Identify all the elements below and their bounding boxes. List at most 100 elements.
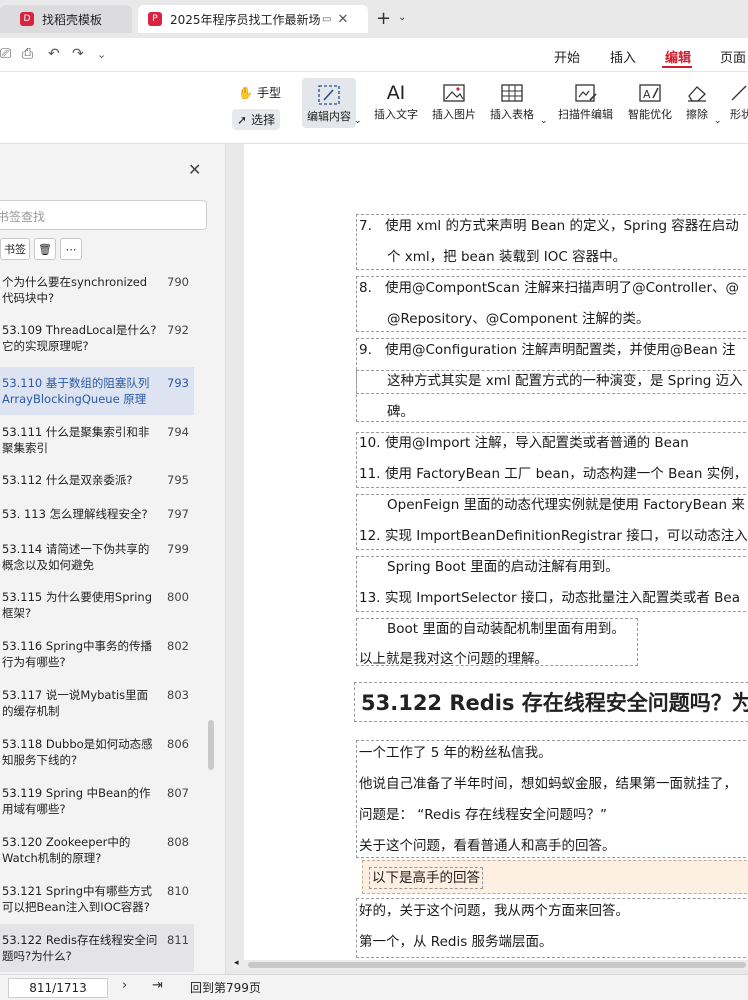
bookmark-item[interactable]: 53.119 Spring 中Bean的作用域有哪些? 807 xyxy=(0,777,194,825)
screen-icon[interactable]: ▭ xyxy=(322,14,331,25)
undo-icon[interactable]: ↶ xyxy=(48,46,60,62)
close-icon[interactable]: ✕ xyxy=(337,12,348,27)
insert-table-button[interactable]: 插入表格 xyxy=(490,80,534,122)
text-box-outline[interactable] xyxy=(356,214,748,270)
more-options-button[interactable]: ⋯ xyxy=(60,238,82,260)
print-icon[interactable]: ⎙ xyxy=(22,46,33,62)
text-box-outline[interactable] xyxy=(356,494,748,550)
next-page-icon[interactable]: › xyxy=(122,978,127,993)
edit-content-button[interactable]: 编辑内容 xyxy=(302,78,356,128)
erase-label: 擦除 xyxy=(686,108,708,121)
scan-edit-label: 扫描件编辑 xyxy=(558,108,613,121)
bookmark-item[interactable]: 53.121 Spring中有哪些方式可以把Bean注入到IOC容器? 810 xyxy=(0,875,194,923)
text-box-outline[interactable] xyxy=(356,740,748,858)
redo-icon[interactable]: ↷ xyxy=(72,46,84,62)
menu-bar: ⎚ ⎙ ↶ ↷ ⌄ 开始 插入 编辑 页面 xyxy=(0,38,748,72)
add-bookmark-button[interactable]: 书签 xyxy=(0,238,30,260)
bookmark-search-input[interactable]: 书签查找 xyxy=(0,200,207,230)
bookmark-label: 53.111 什么是聚集索引和非聚集索引 xyxy=(2,425,150,455)
docer-icon: D xyxy=(20,12,34,26)
last-page-icon[interactable]: ⇥ xyxy=(152,978,163,993)
expert-answer-callout: 以下是高手的回答 xyxy=(362,860,748,894)
shape-button[interactable]: 形状 xyxy=(730,80,748,122)
text-box-outline[interactable] xyxy=(356,898,748,958)
tab-template[interactable]: D 找稻壳模板 xyxy=(0,5,132,33)
erase-button[interactable]: 擦除 xyxy=(686,80,708,122)
smart-optimize-button[interactable]: A 智能优化 xyxy=(628,80,672,122)
hand-tool-label: 手型 xyxy=(256,86,281,100)
bookmark-item[interactable]: 53.116 Spring中事务的传播行为有哪些? 802 xyxy=(0,630,194,678)
text-box-outline[interactable] xyxy=(356,370,748,422)
hand-tool-button[interactable]: ✋ 手型 xyxy=(238,84,281,101)
scan-edit-icon xyxy=(574,80,597,106)
bookmark-item[interactable]: 53.115 为什么要使用Spring框架? 800 xyxy=(0,581,194,629)
delete-bookmark-button[interactable]: 🗑 xyxy=(34,238,56,260)
image-icon xyxy=(443,80,465,106)
cursor-icon: ➚ xyxy=(237,112,248,127)
edit-content-label: 编辑内容 xyxy=(307,110,351,123)
insert-image-label: 插入图片 xyxy=(432,108,476,121)
chevron-down-icon[interactable]: ⌄ xyxy=(97,48,106,61)
bookmark-item[interactable]: 53.122 Redis存在线程安全问题吗?为什么? 811 xyxy=(0,924,194,972)
chevron-down-icon[interactable]: ⌄ xyxy=(540,116,548,126)
insert-text-label: 插入文字 xyxy=(374,108,418,121)
bookmark-item[interactable]: 53.111 什么是聚集索引和非聚集索引 794 xyxy=(0,416,194,464)
edit-text-icon xyxy=(318,82,340,108)
bookmark-label: 53.117 说一说Mybatis里面的缓存机制 xyxy=(2,688,149,718)
menu-edit[interactable]: 编辑 xyxy=(665,47,691,66)
horizontal-scrollbar[interactable]: ◂ xyxy=(232,958,748,970)
bookmark-page-number: 794 xyxy=(167,425,189,439)
smart-optimize-label: 智能优化 xyxy=(628,108,672,121)
insert-image-button[interactable]: 插入图片 xyxy=(432,80,476,122)
text-box-outline[interactable] xyxy=(356,432,748,488)
bookmark-item[interactable]: 53.117 说一说Mybatis里面的缓存机制 803 xyxy=(0,679,194,727)
eraser-icon xyxy=(686,80,708,106)
bookmark-item[interactable]: 53.114 请简述一下伪共享的概念以及如何避免 799 xyxy=(0,533,194,581)
chevron-down-icon[interactable]: ⌄ xyxy=(714,116,722,126)
page-number-input[interactable]: 811/1713 xyxy=(8,978,108,998)
back-to-page-link[interactable]: 回到第799页 xyxy=(190,979,261,996)
bookmark-label: 53. 113 怎么理解线程安全? xyxy=(2,507,148,521)
text-box-outline[interactable] xyxy=(356,276,748,332)
new-tab-icon[interactable]: + xyxy=(376,8,391,29)
bookmark-item[interactable]: 个为什么要在synchronized代码块中? 790 xyxy=(0,266,194,314)
bookmark-page-number: 790 xyxy=(167,275,189,289)
scan-edit-button[interactable]: 扫描件编辑 xyxy=(558,80,613,122)
tab-pdf-document[interactable]: P 2025年程序员找工作最新场景题... ▭ ✕ xyxy=(138,5,368,33)
bookmark-label: 53.116 Spring中事务的传播行为有哪些? xyxy=(2,639,153,669)
chevron-down-icon[interactable]: ⌄ xyxy=(354,116,362,126)
close-icon[interactable]: ✕ xyxy=(188,160,201,179)
shape-label: 形状 xyxy=(730,108,748,121)
bookmark-item[interactable]: 53.120 Zookeeper中的Watch机制的原理? 808 xyxy=(0,826,194,874)
bookmark-panel: ✕ 书签查找 书签 🗑 ⋯ 个为什么要在synchronized代码块中? 790… xyxy=(0,144,226,974)
tab-bar: D 找稻壳模板 P 2025年程序员找工作最新场景题... ▭ ✕ + ⌄ xyxy=(0,0,748,38)
menu-insert[interactable]: 插入 xyxy=(610,47,636,66)
bookmark-page-number: 792 xyxy=(167,323,189,337)
insert-text-button[interactable]: AI 插入文字 xyxy=(374,80,418,122)
save-icon[interactable]: ⎚ xyxy=(0,46,11,62)
active-menu-underline xyxy=(662,66,692,68)
text-box-outline[interactable] xyxy=(356,556,748,612)
select-tool-button[interactable]: ➚ 选择 xyxy=(232,109,281,130)
scroll-thumb[interactable] xyxy=(248,962,746,968)
pdf-icon: P xyxy=(148,12,162,26)
menu-page[interactable]: 页面 xyxy=(720,47,746,66)
add-bookmark-label: 书签 xyxy=(4,243,26,256)
bookmark-item[interactable]: 53.110 基于数组的阻塞队列 ArrayBlockingQueue 原理 79… xyxy=(0,367,194,415)
bookmark-item[interactable]: 53.109 ThreadLocal是什么?它的实现原理呢? 792 xyxy=(0,314,194,362)
chevron-down-icon[interactable]: ⌄ xyxy=(398,12,406,23)
document-page: 53.122 Redis 存在线程安全问题吗？为什么 以下是高手的回答 7.使用… xyxy=(244,144,748,962)
bookmark-label: 个为什么要在synchronized代码块中? xyxy=(2,275,148,305)
bookmark-page-number: 800 xyxy=(167,590,189,604)
bookmark-toolbar: 书签 🗑 ⋯ xyxy=(0,238,82,260)
scrollbar[interactable] xyxy=(208,720,214,770)
bookmark-page-number: 806 xyxy=(167,737,189,751)
bookmark-label: 53.121 Spring中有哪些方式可以把Bean注入到IOC容器? xyxy=(2,884,153,914)
bookmark-page-number: 802 xyxy=(167,639,189,653)
menu-start[interactable]: 开始 xyxy=(554,47,580,66)
bookmark-label: 53.109 ThreadLocal是什么?它的实现原理呢? xyxy=(2,323,157,353)
bookmark-item[interactable]: 53.118 Dubbo是如何动态感知服务下线的? 806 xyxy=(0,728,194,776)
arrow-left-icon[interactable]: ◂ xyxy=(234,958,239,968)
tab-label: 找稻壳模板 xyxy=(42,12,103,27)
tab-label: 2025年程序员找工作最新场景题... xyxy=(170,12,320,27)
